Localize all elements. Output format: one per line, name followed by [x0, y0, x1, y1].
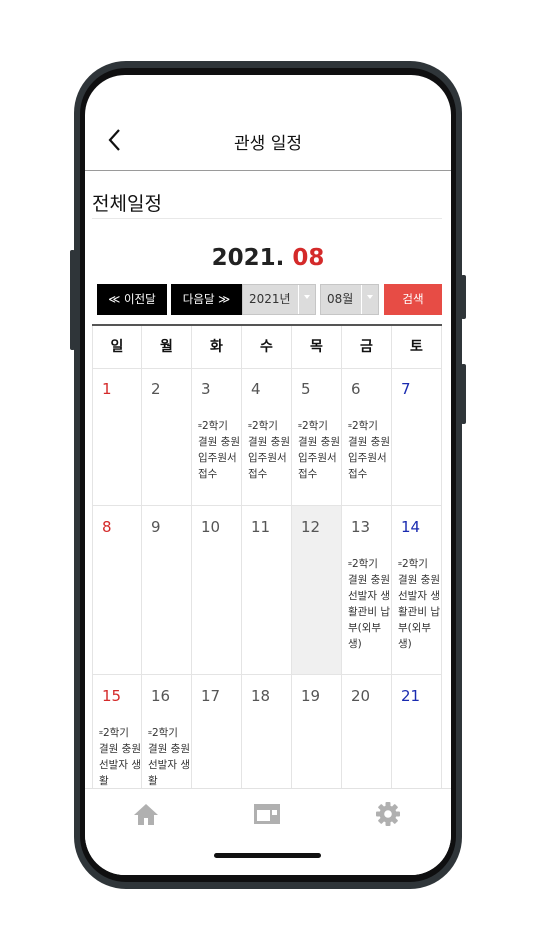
- calendar-day[interactable]: 19: [292, 675, 342, 805]
- day-number: 8: [102, 518, 112, 536]
- event-text: 2학기 결원 충원 선발자 생활관비 납부(외부생): [398, 558, 440, 650]
- calendar-event[interactable]: ⌗2학기 결원 충원 입주원서 접수: [298, 418, 340, 482]
- calendar-week: 15 ⌗2학기 결원 충원 선발자 생활 16 ⌗2학기 결원 충원 선발자 생활 17…: [92, 675, 442, 805]
- day-number: 9: [151, 518, 161, 536]
- day-number: 4: [251, 380, 261, 398]
- calendar-day[interactable]: 9: [142, 506, 192, 675]
- calendar-event[interactable]: ⌗2학기 결원 충원 선발자 생활관비 납부(외부생): [398, 556, 440, 652]
- page-title: 관생 일정: [234, 134, 302, 154]
- calendar-event[interactable]: ⌗2학기 결원 충원 입주원서 접수: [348, 418, 390, 482]
- weekday-sun: 일: [92, 326, 142, 369]
- app-screen: 관생 일정 전체일정 2021. 08 ≪ 이전달 다음달 ≫ 2021년 08…: [85, 75, 451, 875]
- event-text: 2학기 결원 충원 입주원서 접수: [348, 420, 390, 480]
- bottom-nav: [85, 788, 451, 875]
- weekday-wed: 수: [242, 326, 292, 369]
- calendar-day[interactable]: 16 ⌗2학기 결원 충원 선발자 생활: [142, 675, 192, 805]
- weekday-tue: 화: [192, 326, 242, 369]
- current-period: 2021. 08: [85, 245, 451, 271]
- day-number: 18: [251, 687, 271, 705]
- weekday-thu: 목: [292, 326, 342, 369]
- calendar-event[interactable]: ⌗2학기 결원 충원 선발자 생활: [148, 725, 190, 789]
- home-icon[interactable]: [132, 801, 160, 827]
- home-indicator[interactable]: [214, 853, 321, 858]
- next-month-button[interactable]: 다음달 ≫: [171, 284, 242, 315]
- day-number: 5: [301, 380, 311, 398]
- calendar-day[interactable]: 8: [92, 506, 142, 675]
- day-number: 20: [351, 687, 371, 705]
- calendar-event[interactable]: ⌗2학기 결원 충원 선발자 생활: [99, 725, 141, 789]
- weekday-sat: 토: [392, 326, 442, 369]
- weekday-header: 일 월 화 수 목 금 토: [92, 326, 442, 369]
- chevron-down-icon: [361, 285, 378, 314]
- calendar-grid: 일 월 화 수 목 금 토 1 2 3 ⌗2학기 결원 충원 입주원서 접수 4 ⌗2학기…: [92, 324, 442, 805]
- weekday-mon: 월: [142, 326, 192, 369]
- year-select-value: 2021년: [249, 292, 291, 306]
- section-divider: [92, 218, 442, 219]
- calendar-week: 8 9 10 11 12 13 ⌗2학기 결원 충원 선발자 생활관비 납부(외부생) 14 ⌗…: [92, 506, 442, 675]
- gear-icon[interactable]: [374, 801, 402, 827]
- calendar-day[interactable]: 10: [192, 506, 242, 675]
- calendar-day[interactable]: 12: [292, 506, 342, 675]
- weekday-fri: 금: [342, 326, 392, 369]
- calendar-day[interactable]: 5 ⌗2학기 결원 충원 입주원서 접수: [292, 368, 342, 506]
- day-number: 13: [351, 518, 371, 536]
- app-header: 관생 일정: [85, 75, 451, 171]
- day-number: 3: [201, 380, 211, 398]
- month-select-value: 08월: [327, 292, 354, 306]
- year-label: 2021.: [211, 245, 285, 271]
- calendar-event[interactable]: ⌗2학기 결원 충원 입주원서 접수: [248, 418, 290, 482]
- event-text: 2학기 결원 충원 선발자 생활: [99, 727, 141, 787]
- board-icon[interactable]: [253, 801, 281, 827]
- calendar-day[interactable]: 13 ⌗2학기 결원 충원 선발자 생활관비 납부(외부생): [342, 506, 392, 675]
- day-number: 7: [401, 380, 411, 398]
- calendar-day[interactable]: 20: [342, 675, 392, 805]
- event-text: 2학기 결원 충원 입주원서 접수: [248, 420, 290, 480]
- calendar-day[interactable]: 1: [92, 368, 142, 506]
- calendar-day[interactable]: 4 ⌗2학기 결원 충원 입주원서 접수: [242, 368, 292, 506]
- event-text: 2학기 결원 충원 입주원서 접수: [198, 420, 240, 480]
- calendar-event[interactable]: ⌗2학기 결원 충원 선발자 생활관비 납부(외부생): [348, 556, 390, 652]
- day-number: 1: [102, 380, 112, 398]
- month-select[interactable]: 08월: [320, 284, 379, 315]
- day-number: 15: [102, 687, 122, 705]
- calendar-week: 1 2 3 ⌗2학기 결원 충원 입주원서 접수 4 ⌗2학기 결원 충원 입주원서 접수…: [92, 368, 442, 506]
- day-number: 14: [401, 518, 421, 536]
- calendar-day[interactable]: 11: [242, 506, 292, 675]
- section-title: 전체일정: [92, 193, 162, 215]
- day-number: 21: [401, 687, 421, 705]
- calendar-day[interactable]: 6 ⌗2학기 결원 충원 입주원서 접수: [342, 368, 392, 506]
- calendar-day[interactable]: 3 ⌗2학기 결원 충원 입주원서 접수: [192, 368, 242, 506]
- event-text: 2학기 결원 충원 입주원서 접수: [298, 420, 340, 480]
- month-label: 08: [292, 245, 325, 271]
- prev-month-button[interactable]: ≪ 이전달: [97, 284, 167, 315]
- search-button[interactable]: 검색: [384, 284, 442, 315]
- calendar-day[interactable]: 15 ⌗2학기 결원 충원 선발자 생활: [92, 675, 142, 805]
- day-number: 19: [301, 687, 321, 705]
- calendar-event[interactable]: ⌗2학기 결원 충원 입주원서 접수: [198, 418, 240, 482]
- day-number: 17: [201, 687, 221, 705]
- day-number: 10: [201, 518, 221, 536]
- chevron-down-icon: [298, 285, 315, 314]
- calendar-day[interactable]: 21: [392, 675, 442, 805]
- calendar-day[interactable]: 2: [142, 368, 192, 506]
- calendar-day[interactable]: 14 ⌗2학기 결원 충원 선발자 생활관비 납부(외부생): [392, 506, 442, 675]
- day-number: 12: [301, 518, 321, 536]
- calendar-weeks: 1 2 3 ⌗2학기 결원 충원 입주원서 접수 4 ⌗2학기 결원 충원 입주원서 접수…: [92, 368, 442, 805]
- day-number: 6: [351, 380, 361, 398]
- year-select[interactable]: 2021년: [242, 284, 316, 315]
- calendar-day[interactable]: 7: [392, 368, 442, 506]
- calendar-day[interactable]: 17: [192, 675, 242, 805]
- calendar-day[interactable]: 18: [242, 675, 292, 805]
- event-text: 2학기 결원 충원 선발자 생활관비 납부(외부생): [348, 558, 390, 650]
- day-number: 16: [151, 687, 171, 705]
- day-number: 2: [151, 380, 161, 398]
- day-number: 11: [251, 518, 271, 536]
- event-text: 2학기 결원 충원 선발자 생활: [148, 727, 190, 787]
